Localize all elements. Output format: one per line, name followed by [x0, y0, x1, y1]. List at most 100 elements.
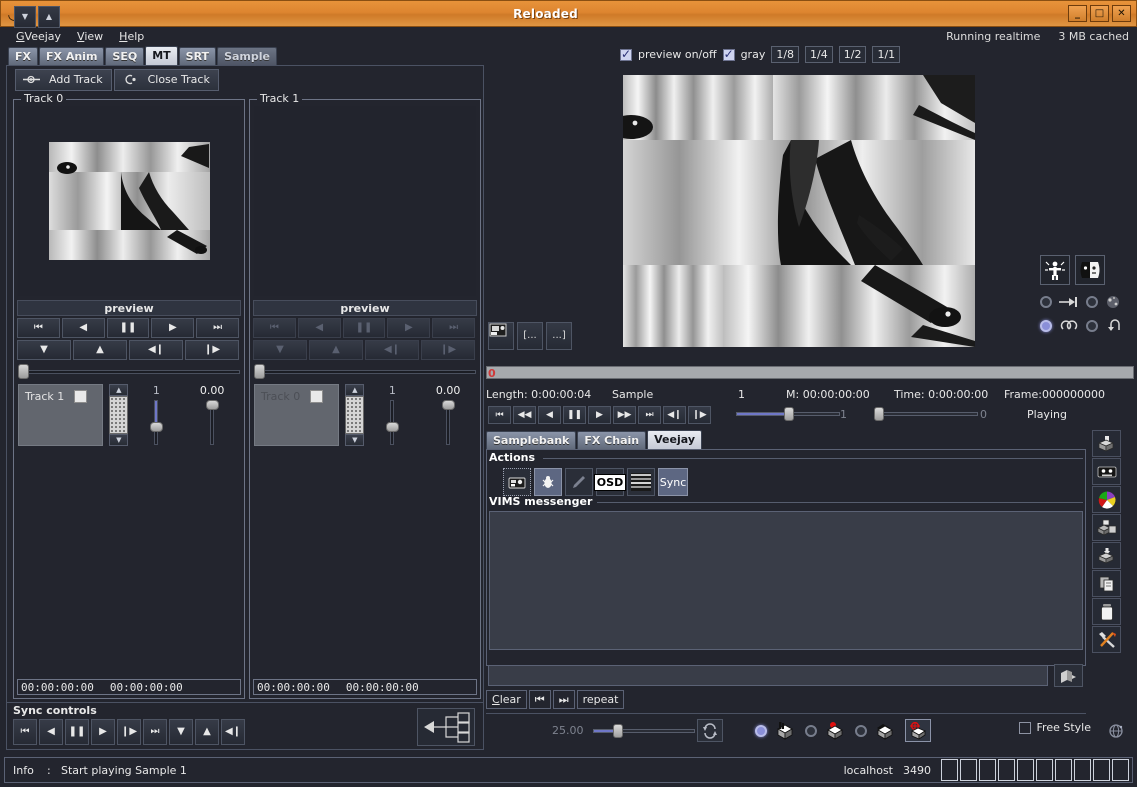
sync-btn-up[interactable]: ▲	[195, 719, 219, 745]
zoom-1-1-button[interactable]: 1/1	[872, 46, 901, 63]
pencil-button[interactable]	[565, 468, 593, 496]
track-0-btn-pause[interactable]: ❚❚	[106, 318, 150, 338]
transport-rewind[interactable]: ◀	[538, 406, 561, 424]
transport-start[interactable]: ⏮	[488, 406, 511, 424]
transport-play[interactable]: ▶	[588, 406, 611, 424]
track-1-position-slider[interactable]	[254, 364, 476, 379]
tab-srt[interactable]: SRT	[178, 47, 217, 66]
sync-btn-start[interactable]: ⏮	[13, 719, 37, 745]
track-1-spin-up[interactable]: ▲	[345, 384, 365, 396]
tab-mt[interactable]: MT	[145, 46, 178, 66]
screenshot-button[interactable]	[488, 322, 514, 350]
track-0-position-slider[interactable]	[18, 364, 240, 379]
fps-slider-knob[interactable]	[613, 724, 623, 738]
track-0-mix-checkbox[interactable]	[74, 390, 88, 403]
sync-btn-step-fwd[interactable]: ❙▶	[117, 719, 141, 745]
speed-slider-knob[interactable]	[784, 407, 794, 421]
loop-toggle-button[interactable]	[697, 719, 723, 742]
sample-timeline[interactable]: 0	[486, 366, 1134, 380]
transport-step-back[interactable]: ◀❙	[663, 406, 686, 424]
transport-pause[interactable]: ❚❚	[563, 406, 586, 424]
sync-btn-step-back[interactable]: ◀❙	[221, 719, 245, 745]
video-radio-c[interactable]	[1040, 320, 1052, 332]
video-radio-d[interactable]	[1086, 320, 1098, 332]
zoom-1-2-button[interactable]: 1/2	[838, 46, 867, 63]
track-1-screen[interactable]	[254, 106, 476, 296]
menu-help[interactable]: Help	[111, 29, 152, 44]
vims-next-button[interactable]: ⏭	[552, 690, 575, 709]
prev-sample-button[interactable]: [...	[517, 322, 543, 350]
fps-down-button[interactable]: ▼	[14, 6, 36, 28]
menu-view[interactable]: View	[69, 29, 111, 44]
track-1-btn-rewind[interactable]: ◀	[297, 318, 341, 338]
mode-cube-dark-button[interactable]	[873, 719, 899, 742]
track-1-mix-checkbox[interactable]	[310, 390, 324, 403]
track-1-btn-up[interactable]: ▲	[309, 340, 363, 360]
track-0-preview-label[interactable]: preview	[17, 300, 241, 316]
fps-slider[interactable]	[593, 723, 695, 739]
track-0-btn-rewind[interactable]: ◀	[61, 318, 105, 338]
tab-fx-chain[interactable]: FX Chain	[577, 431, 647, 450]
mode-radio-1[interactable]	[755, 724, 767, 737]
video-radio-a[interactable]	[1040, 296, 1052, 308]
add-sample-button[interactable]	[1092, 514, 1121, 541]
color-wheel-button[interactable]	[1092, 486, 1121, 513]
next-sample-button[interactable]: ...]	[546, 322, 572, 350]
tools-button[interactable]	[1092, 626, 1121, 653]
zoom-1-8-button[interactable]: 1/8	[771, 46, 800, 63]
add-track-button[interactable]: Add Track	[15, 69, 112, 91]
mode-cube-red-button[interactable]	[823, 719, 849, 742]
track-0-btn-down[interactable]: ▼	[17, 340, 71, 360]
tab-fx[interactable]: FX	[8, 47, 38, 66]
transport-step-forward[interactable]: ❙▶	[688, 406, 711, 424]
menu-gveejay[interactable]: GVeejay	[8, 29, 69, 44]
sync-action-button[interactable]: Sync	[658, 468, 688, 496]
main-video-preview[interactable]	[623, 75, 975, 347]
transport-fast-rewind[interactable]: ◀◀	[513, 406, 536, 424]
vims-message-input[interactable]	[488, 665, 1048, 686]
person-fx-button[interactable]	[1040, 255, 1070, 285]
track-0-btn-up[interactable]: ▲	[73, 340, 127, 360]
tab-sample[interactable]: Sample	[217, 47, 277, 66]
sync-btn-down[interactable]: ▼	[169, 719, 193, 745]
track-0-btn-end[interactable]: ⏭	[196, 318, 239, 338]
track-0-opacity-fader[interactable]: 0.00	[184, 384, 240, 446]
track-1-spin-field[interactable]	[345, 396, 365, 434]
camera-button[interactable]	[503, 468, 531, 496]
track-1-spin-down[interactable]: ▼	[345, 434, 365, 446]
position-slider-knob[interactable]	[874, 407, 884, 421]
clear-button[interactable]: Clear	[486, 690, 527, 709]
track-1-spin-control[interactable]: ▲ ▼	[345, 384, 365, 446]
position-slider[interactable]	[874, 406, 978, 422]
minimize-button[interactable]: _	[1068, 5, 1087, 22]
bug-button[interactable]	[534, 468, 562, 496]
tab-seq[interactable]: SEQ	[105, 47, 145, 66]
tape-button[interactable]	[1092, 458, 1121, 485]
tab-samplebank[interactable]: Samplebank	[486, 431, 577, 450]
track-0-spin-control[interactable]: ▲ ▼	[109, 384, 129, 446]
track-1-speed-fader[interactable]: 1	[364, 384, 420, 446]
track-0-speed-fader[interactable]: 1	[128, 384, 184, 446]
track-0-spin-up[interactable]: ▲	[109, 384, 129, 396]
track-0-spin-field[interactable]	[109, 396, 129, 434]
transport-end[interactable]: ⏭	[638, 406, 661, 424]
track-1-btn-pause[interactable]: ❚❚	[342, 318, 386, 338]
track-1-btn-down[interactable]: ▼	[253, 340, 307, 360]
track-0-mix-box[interactable]: Track 1	[18, 384, 104, 446]
load-sample-button[interactable]	[1092, 430, 1121, 457]
interlace-button[interactable]	[627, 468, 655, 496]
close-track-button[interactable]: Close Track	[113, 69, 219, 91]
mode-cube-target-button[interactable]	[905, 719, 931, 742]
track-1-btn-step-back[interactable]: ◀❙	[365, 340, 419, 360]
sync-btn-play[interactable]: ▶	[91, 719, 115, 745]
track-1-preview-label[interactable]: preview	[253, 300, 477, 316]
transport-fast-forward[interactable]: ▶▶	[613, 406, 636, 424]
tab-fx-anim[interactable]: FX Anim	[39, 47, 105, 66]
maximize-button[interactable]: □	[1090, 5, 1109, 22]
track-1-btn-start[interactable]: ⏮	[253, 318, 296, 338]
track-1-speed-knob[interactable]	[386, 422, 400, 432]
track-1-slider-knob[interactable]	[254, 364, 265, 379]
speed-slider[interactable]	[736, 406, 840, 422]
track-0-spin-down[interactable]: ▼	[109, 434, 129, 446]
track-1-btn-end[interactable]: ⏭	[432, 318, 475, 338]
